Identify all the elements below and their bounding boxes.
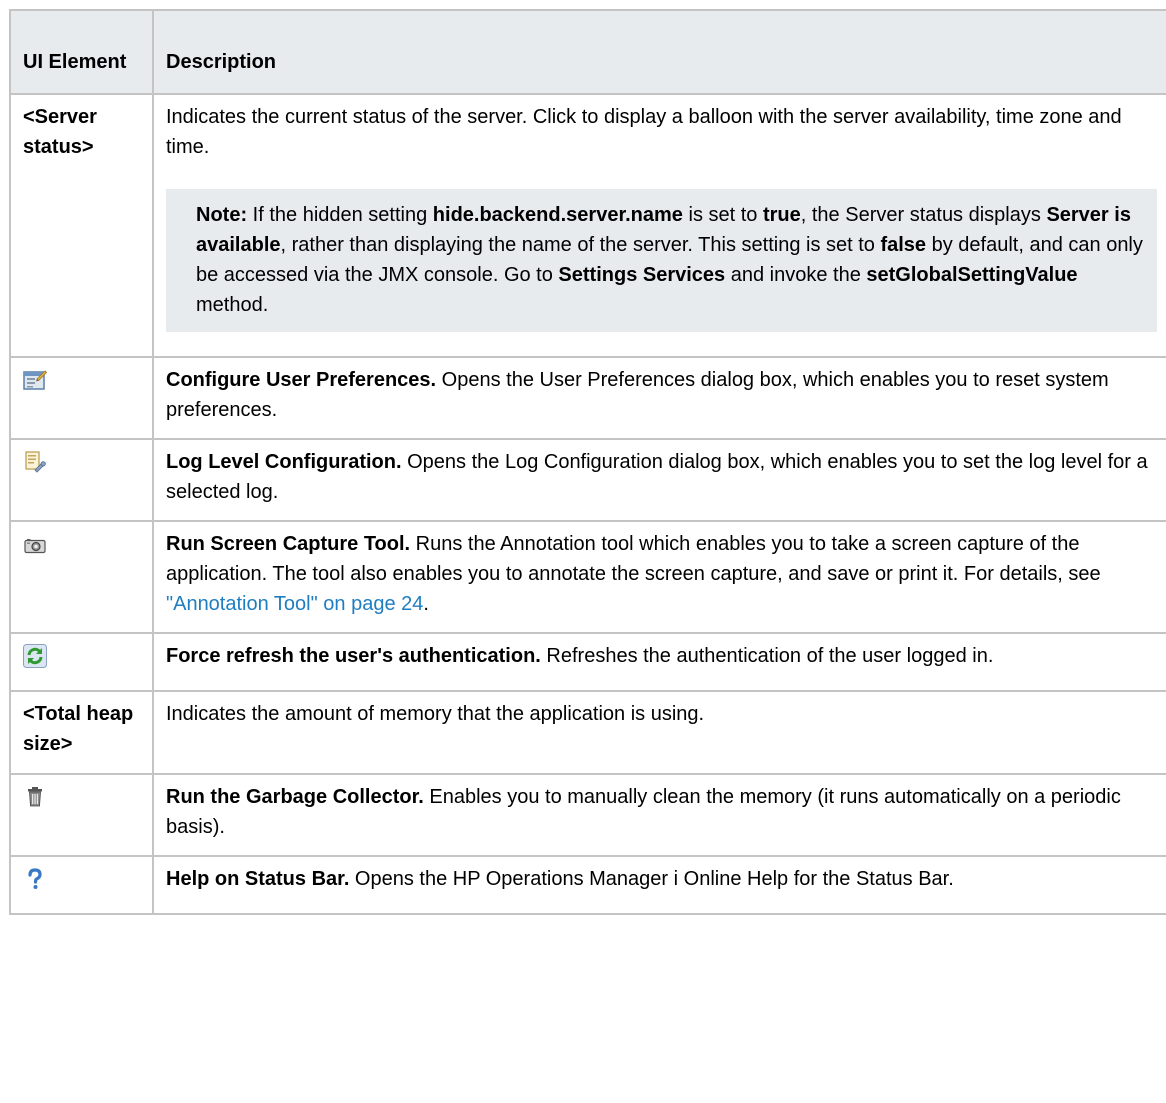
description-cell: Log Level Configuration. Opens the Log C…	[152, 438, 1166, 522]
ui-element-name: <Total heap size>	[9, 690, 154, 775]
help-icon	[23, 867, 47, 891]
table-row: <Total heap size> Indicates the amount o…	[9, 690, 1166, 775]
header-ui-element: UI Element	[9, 9, 154, 95]
description-text: Indicates the amount of memory that the …	[166, 703, 705, 725]
description-text: Refreshes the authentication of the user…	[540, 645, 994, 667]
ui-element-icon-cell	[9, 438, 154, 522]
table-row: Help on Status Bar. Opens the HP Operati…	[9, 855, 1166, 915]
table-row: <Server status> Indicates the current st…	[9, 93, 1166, 358]
note-label: Note:	[196, 204, 248, 226]
description-cell: Force refresh the user's authentication.…	[152, 632, 1166, 692]
table-header-row: UI Element Description	[9, 9, 1166, 95]
note-bold: Settings Services	[558, 264, 726, 286]
note-bold: hide.backend.server.name	[432, 204, 683, 226]
table-row: Log Level Configuration. Opens the Log C…	[9, 438, 1166, 522]
trash-icon	[23, 785, 47, 809]
description-cell: Run Screen Capture Tool. Runs the Annota…	[152, 520, 1166, 634]
ui-element-name: <Server status>	[9, 93, 154, 358]
note-text: and invoke the	[725, 264, 867, 286]
note-bold: true	[762, 204, 801, 226]
description-cell: Configure User Preferences. Opens the Us…	[152, 356, 1166, 440]
user-preferences-icon	[23, 368, 47, 392]
table-row: Force refresh the user's authentication.…	[9, 632, 1166, 692]
description-title: Run Screen Capture Tool.	[166, 533, 411, 555]
log-level-config-icon	[23, 450, 47, 474]
description-text: Opens the HP Operations Manager i Online…	[349, 868, 954, 890]
header-description: Description	[152, 9, 1166, 95]
description-title: Help on Status Bar.	[166, 868, 350, 890]
ui-element-icon-cell	[9, 632, 154, 692]
table-row: Run the Garbage Collector. Enables you t…	[9, 773, 1166, 857]
description-cell: Indicates the amount of memory that the …	[152, 690, 1166, 775]
ui-elements-table: UI Element Description <Server status> I…	[9, 9, 1166, 915]
note-box: Note: If the hidden setting hide.backend…	[166, 189, 1157, 332]
description-text-end: .	[423, 593, 429, 615]
ui-element-icon-cell	[9, 855, 154, 915]
note-text: , the Server status displays	[800, 204, 1047, 226]
table-row: Run Screen Capture Tool. Runs the Annota…	[9, 520, 1166, 634]
table-row: Configure User Preferences. Opens the Us…	[9, 356, 1166, 440]
description-text: Indicates the current status of the serv…	[166, 106, 1122, 158]
note-text: If the hidden setting	[247, 204, 433, 226]
description-title: Run the Garbage Collector.	[166, 786, 424, 808]
description-title: Configure User Preferences.	[166, 369, 437, 391]
camera-icon	[23, 532, 47, 556]
note-text: , rather than displaying the name of the…	[280, 234, 881, 256]
description-cell: Help on Status Bar. Opens the HP Operati…	[152, 855, 1166, 915]
note-text: is set to	[682, 204, 763, 226]
note-bold: setGlobalSettingValue	[866, 264, 1078, 286]
description-cell: Run the Garbage Collector. Enables you t…	[152, 773, 1166, 857]
ui-element-icon-cell	[9, 773, 154, 857]
note-text: method.	[196, 294, 269, 316]
description-cell: Indicates the current status of the serv…	[152, 93, 1166, 358]
description-title: Force refresh the user's authentication.	[166, 645, 541, 667]
annotation-tool-link[interactable]: "Annotation Tool" on page 24	[166, 593, 423, 615]
refresh-icon	[23, 644, 47, 668]
note-bold: false	[880, 234, 927, 256]
ui-element-icon-cell	[9, 520, 154, 634]
ui-element-icon-cell	[9, 356, 154, 440]
description-title: Log Level Configuration.	[166, 451, 402, 473]
